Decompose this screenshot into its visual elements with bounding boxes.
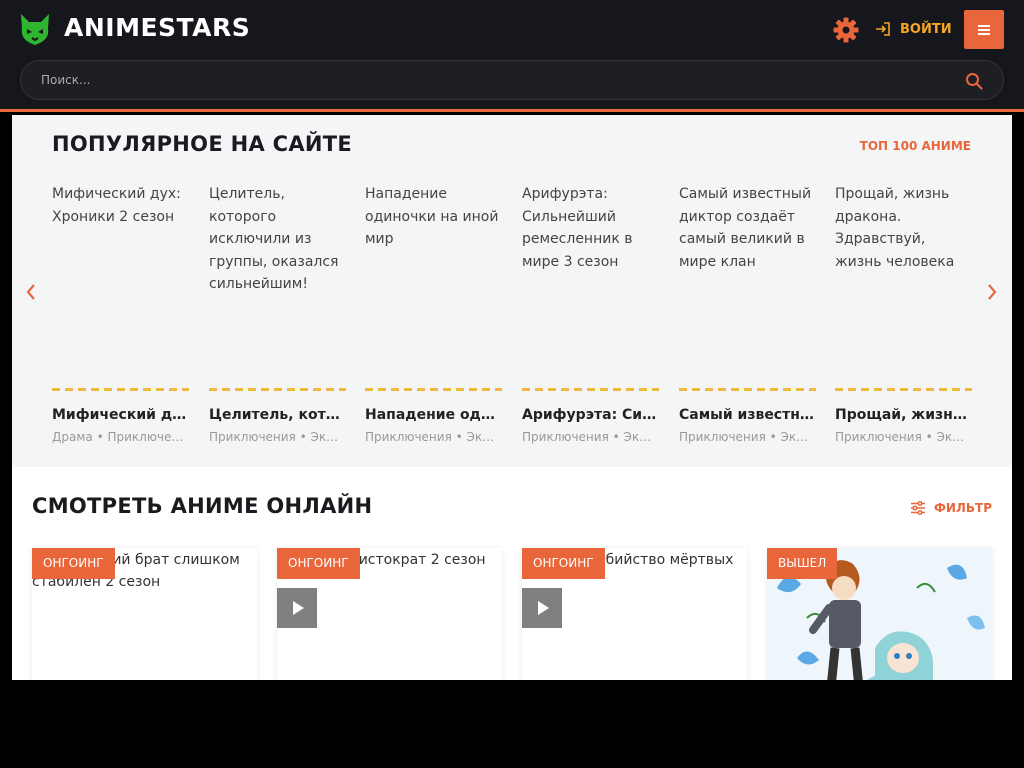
anime-card[interactable]: ВЫШЕЛ <box>767 548 992 680</box>
status-badge: ОНГОИНГ <box>522 548 605 579</box>
card-title[interactable]: Арифурэта: Сильнейший ремесленник <box>522 407 659 423</box>
popular-card[interactable]: Арифурэта: Сильнейший ремесленник в мире… <box>522 183 659 444</box>
poster-image[interactable]: Прощай, жизнь дракона. Здравствуй, жизнь… <box>835 183 972 383</box>
divider <box>679 388 816 391</box>
card-title[interactable]: Самый известный диктор <box>679 407 816 423</box>
search-bar <box>20 60 1004 100</box>
hamburger-icon <box>978 28 990 31</box>
watch-online-section: СМОТРЕТЬ АНИМЕ ОНЛАЙН ФИЛЬТР Мой старший… <box>12 467 1012 680</box>
poster-image[interactable]: Нападение одиночки на иной мир <box>365 183 502 383</box>
card-genres: Приключения • Экшен <box>365 430 502 444</box>
play-button[interactable] <box>522 588 562 628</box>
divider <box>52 388 189 391</box>
popular-card[interactable]: Прощай, жизнь дракона. Здравствуй, жизнь… <box>835 183 972 444</box>
divider <box>365 388 502 391</box>
menu-button[interactable] <box>964 10 1004 49</box>
card-title[interactable]: Нападение одиночки на иной мир <box>365 407 502 423</box>
card-genres: Приключения • Экшен <box>835 430 972 444</box>
popular-card[interactable]: Самый известный диктор создаёт самый вел… <box>679 183 816 444</box>
play-button[interactable] <box>277 588 317 628</box>
card-title[interactable]: Целитель, которого исключили из группы <box>209 407 346 423</box>
popular-title: ПОПУЛЯРНОЕ НА САЙТЕ <box>52 132 353 156</box>
filter-label: ФИЛЬТР <box>933 501 992 515</box>
anime-card[interactable]: Мой старший брат слишком стабилен 2 сезо… <box>32 548 257 680</box>
chevron-right-icon[interactable] <box>985 282 999 302</box>
login-icon <box>876 22 890 36</box>
gear-icon[interactable] <box>833 17 859 43</box>
card-genres: Приключения • Экшен <box>522 430 659 444</box>
anime-card[interactable]: Истинное убийство мёртвых ОНГОИНГ <box>522 548 747 680</box>
filter-button[interactable]: ФИЛЬТР <box>910 500 992 516</box>
top100-link[interactable]: ТОП 100 АНИМЕ <box>860 139 971 153</box>
poster-image[interactable]: Целитель, которого исключили из группы, … <box>209 183 346 383</box>
poster-image[interactable]: Мифический дух: Хроники 2 сезон <box>52 183 189 383</box>
popular-section: ПОПУЛЯРНОЕ НА САЙТЕ ТОП 100 АНИМЕ Мифиче… <box>12 115 1012 467</box>
search-icon[interactable] <box>965 72 983 90</box>
status-badge: ОНГОИНГ <box>32 548 115 579</box>
divider <box>209 388 346 391</box>
login-button[interactable]: ВОЙТИ <box>875 21 952 37</box>
poster-image[interactable]: Арифурэта: Сильнейший ремесленник в мире… <box>522 183 659 383</box>
card-genres: Драма • Приключения <box>52 430 189 444</box>
card-title[interactable]: Прощай, жизнь дракона <box>835 407 972 423</box>
popular-card[interactable]: Целитель, которого исключили из группы, … <box>209 183 346 444</box>
status-badge: ВЫШЕЛ <box>767 548 838 579</box>
anime-card[interactable]: Падший аристократ 2 сезон ОНГОИНГ <box>277 548 502 680</box>
chevron-left-icon[interactable] <box>24 282 38 302</box>
site-name[interactable]: ANIMESTARS <box>64 13 250 42</box>
play-icon <box>293 601 304 615</box>
divider <box>522 388 659 391</box>
popular-card[interactable]: Мифический дух: Хроники 2 сезон Мифическ… <box>52 183 189 444</box>
card-genres: Приключения • Экшен <box>679 430 816 444</box>
card-title[interactable]: Мифический дух: Хроники 2 сезон <box>52 407 189 423</box>
cat-logo-icon[interactable] <box>18 12 52 46</box>
divider <box>835 388 972 391</box>
login-label: ВОЙТИ <box>900 21 952 37</box>
sliders-icon <box>910 500 925 516</box>
popular-card[interactable]: Нападение одиночки на иной мир Нападение… <box>365 183 502 444</box>
site-header: ANIMESTARS ВОЙТИ <box>0 0 1024 112</box>
search-input[interactable] <box>21 61 921 99</box>
status-badge: ОНГОИНГ <box>277 548 360 579</box>
watch-title: СМОТРЕТЬ АНИМЕ ОНЛАЙН <box>32 494 373 518</box>
play-icon <box>538 601 549 615</box>
card-genres: Приключения • Экшен <box>209 430 346 444</box>
poster-image[interactable]: Самый известный диктор создаёт самый вел… <box>679 183 816 383</box>
